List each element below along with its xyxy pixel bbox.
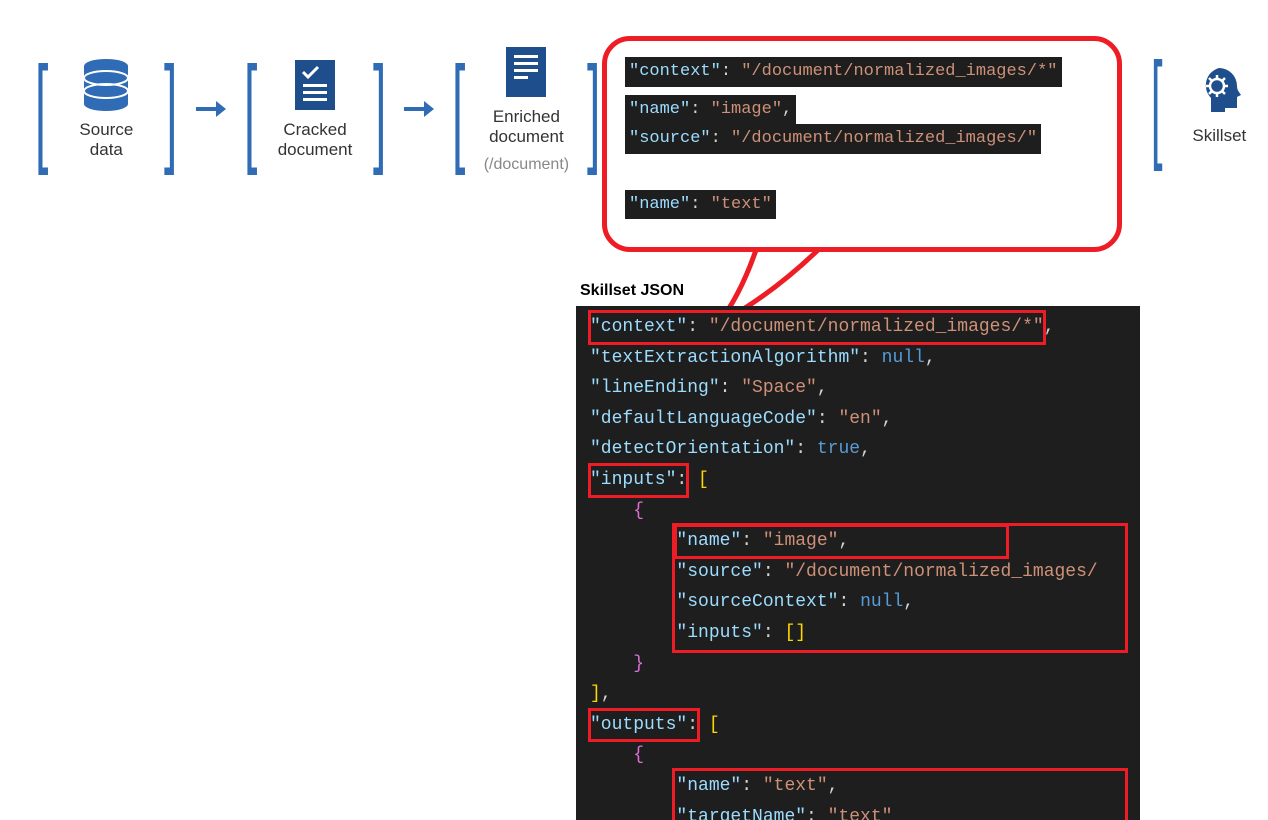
stage-source-data: Sourcedata [66, 58, 146, 161]
arrow-right-icon [196, 101, 226, 117]
skillset-head-gear-icon [1193, 64, 1245, 118]
bracket-left-icon: [ [452, 49, 465, 169]
callout-bubble: "context": "/document/normalized_images/… [602, 36, 1122, 252]
callout-code-line: "name": "image", [625, 95, 796, 125]
stage-label: Sourcedata [79, 120, 133, 161]
json-code-panel: "context": "/document/normalized_images/… [576, 306, 1140, 820]
callout-code-line: "context": "/document/normalized_images/… [625, 57, 1062, 87]
stage-label: Crackeddocument [278, 120, 353, 161]
stage-cracked-document: Crackeddocument [275, 58, 355, 161]
bracket-left-icon: [ [1151, 45, 1163, 165]
document-check-icon [293, 58, 337, 112]
bracket-right-icon: ] [587, 49, 600, 169]
callout-code-line: "name": "text" [625, 190, 776, 220]
bracket-left-icon: [ [35, 49, 48, 169]
database-icon [82, 58, 130, 112]
stage-sublabel: (/document) [484, 156, 569, 174]
json-section-title: Skillset JSON [580, 282, 684, 300]
stage-label: Enricheddocument [489, 107, 564, 148]
bracket-right-icon: ] [164, 49, 177, 169]
callout-code-line: "source": "/document/normalized_images/" [625, 124, 1041, 154]
stage-enriched-document: Enricheddocument (/document) [484, 45, 569, 174]
document-lines-icon [504, 45, 548, 99]
stage-skillset: [ Skillset ] [1140, 45, 1268, 165]
bracket-right-icon: ] [373, 49, 386, 169]
bracket-left-icon: [ [244, 49, 257, 169]
arrow-right-icon [404, 101, 434, 117]
stage-label: Skillset [1192, 126, 1246, 146]
